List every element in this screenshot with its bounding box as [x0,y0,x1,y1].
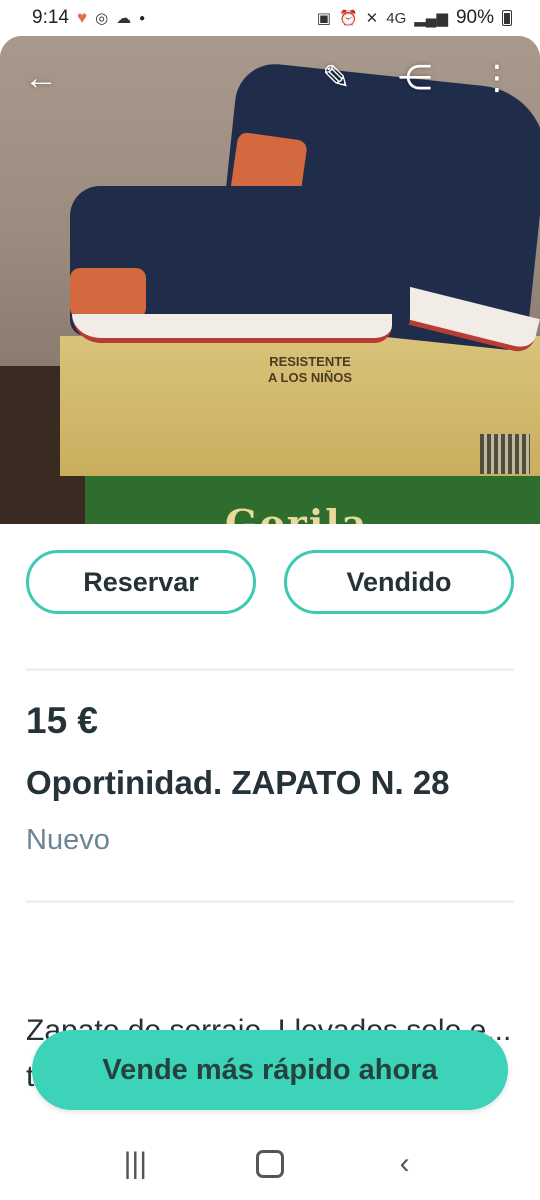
item-title: Oportinidad. ZAPATO N. 28 [26,764,450,801]
edit-pencil-icon[interactable]: ✎ [322,58,351,98]
signal-icon: ▂▄▆ [414,10,448,27]
status-time: 9:14 [32,7,69,28]
network-type-icon: 4G [386,9,407,27]
qr-code [480,434,530,474]
whatsapp-icon: ◎ [95,10,109,27]
shoebox-brand: Gorila [225,501,369,524]
back-arrow-icon[interactable]: ← [24,58,58,98]
nav-back-icon[interactable]: ‹ [375,1147,435,1181]
share-icon[interactable]: ⋲ [398,58,432,98]
shoebox-slogan: RESISTENTE A LOS NIÑOS [268,354,353,385]
mute-icon: ✕ [365,10,379,27]
sell-faster-button[interactable]: Vende más rápido ahora [32,1030,508,1110]
status-right: ▣ ⏰ ✕ 4G ▂▄▆ 90% [317,7,512,29]
home-icon[interactable] [255,1150,284,1178]
reserve-button[interactable]: Reservar [26,550,256,614]
product-image[interactable]: RESISTENTE A LOS NIÑOS Gorila [0,36,540,524]
item-price: 15 € [26,700,99,741]
recents-icon[interactable]: ||| [105,1147,165,1181]
notification-dot-icon: ● [139,12,146,24]
shoe-sole [72,314,392,343]
divider [26,668,514,671]
cloud-icon: ☁ [116,10,132,27]
battery-icon [502,10,512,26]
battery-percent: 90% [455,7,494,28]
item-condition: Nuevo [26,824,110,856]
health-icon: ♥ [76,8,88,27]
more-options-icon[interactable]: ⋮ [480,58,514,98]
lock-icon: ▣ [316,10,331,27]
status-bar: 9:14 ♥ ◎ ☁ ● ▣ ⏰ ✕ 4G ▂▄▆ 90% [0,0,540,36]
shoe-heel-patch [70,268,146,318]
navigation-bar: ||| ‹ [0,1128,540,1200]
divider [26,900,514,903]
sold-button[interactable]: Vendido [284,550,514,614]
status-left: 9:14 ♥ ◎ ☁ ● [32,7,145,29]
alarm-icon: ⏰ [338,10,358,27]
